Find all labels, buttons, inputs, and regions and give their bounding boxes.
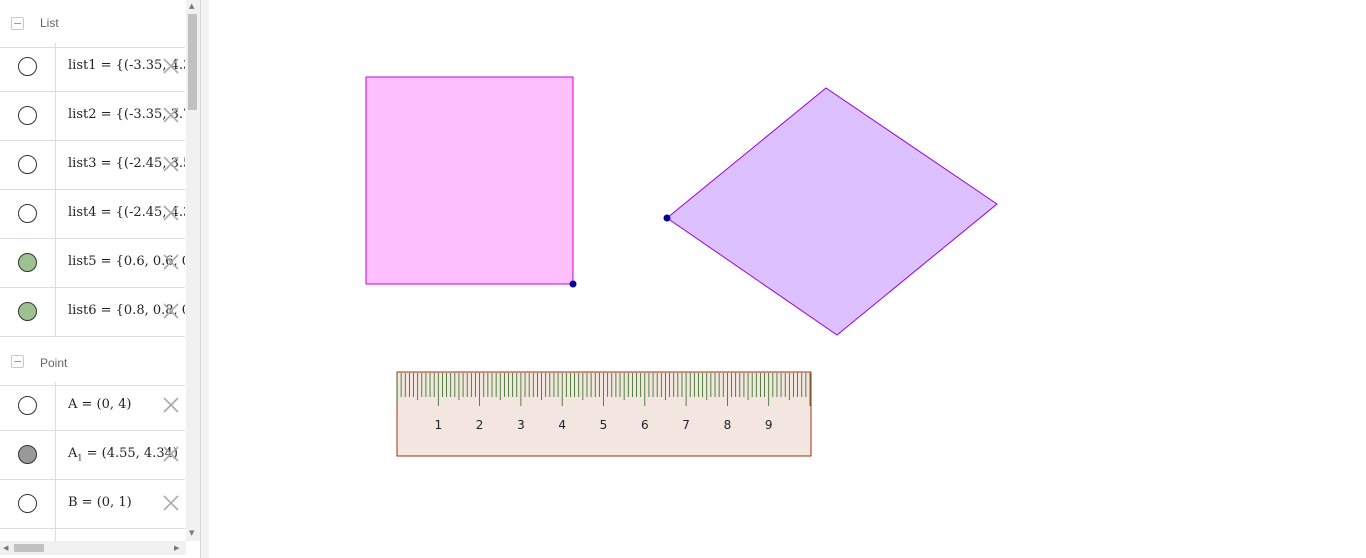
algebra-view: List list1 = {(-3.35, 4.34 list2 = {(-3.… xyxy=(0,0,200,558)
panel-divider[interactable] xyxy=(200,0,209,558)
rhombus-polygon[interactable] xyxy=(666,87,998,336)
list-item[interactable]: list4 = {(-2.45, 4.34 xyxy=(0,190,185,239)
algebra-item-text[interactable]: B = (0, 1) xyxy=(68,495,132,510)
scroll-down-icon[interactable]: ▼ xyxy=(189,529,194,537)
close-icon[interactable] xyxy=(160,55,182,77)
group-header-point[interactable]: Point xyxy=(0,338,185,386)
collapse-icon[interactable] xyxy=(11,17,24,30)
square-polygon[interactable] xyxy=(365,76,574,285)
list-item[interactable]: B = (0, 1) xyxy=(0,480,185,529)
list-item[interactable]: list5 = {0.6, 0.6, 0.6 xyxy=(0,239,185,288)
list-item[interactable]: list3 = {(-2.45, 3.54 xyxy=(0,141,185,190)
group-label-list: List xyxy=(40,16,59,30)
collapse-icon[interactable] xyxy=(11,355,24,368)
visibility-toggle[interactable] xyxy=(18,106,37,125)
close-icon[interactable] xyxy=(160,394,182,416)
visibility-toggle[interactable] xyxy=(18,302,37,321)
group-header-list[interactable]: List xyxy=(0,0,185,48)
rhombus-vertex-point[interactable] xyxy=(663,214,671,222)
scroll-up-icon[interactable]: ▲ xyxy=(189,2,194,10)
list-item[interactable]: A1 = (4.55, 4.34) xyxy=(0,431,185,480)
point-name: A xyxy=(68,446,78,461)
close-icon[interactable] xyxy=(160,251,182,273)
ruler-label: 3 xyxy=(517,418,525,432)
ruler-label: 7 xyxy=(682,418,690,432)
group-label-point: Point xyxy=(40,356,68,370)
horizontal-scrollbar[interactable]: ◀ ▶ xyxy=(0,541,186,555)
algebra-item-text[interactable]: A = (0, 4) xyxy=(68,397,132,412)
visibility-toggle[interactable] xyxy=(18,155,37,174)
list-item[interactable]: list2 = {(-3.35, 3.74 xyxy=(0,92,185,141)
ruler-label: 9 xyxy=(765,418,773,432)
vertical-scrollbar[interactable]: ▲ ▼ xyxy=(186,0,200,541)
scrollbar-thumb[interactable] xyxy=(188,14,197,110)
square-vertex-point[interactable] xyxy=(569,280,577,288)
close-icon[interactable] xyxy=(160,443,182,465)
visibility-toggle[interactable] xyxy=(18,494,37,513)
visibility-toggle[interactable] xyxy=(18,396,37,415)
visibility-toggle[interactable] xyxy=(18,57,37,76)
scroll-right-icon[interactable]: ▶ xyxy=(174,544,179,552)
close-icon[interactable] xyxy=(160,153,182,175)
ruler-label: 1 xyxy=(434,418,442,432)
visibility-toggle[interactable] xyxy=(18,445,37,464)
close-icon[interactable] xyxy=(160,492,182,514)
list-item[interactable]: list1 = {(-3.35, 4.34 xyxy=(0,43,185,92)
close-icon[interactable] xyxy=(160,104,182,126)
ruler-label: 5 xyxy=(600,418,608,432)
ruler-label: 6 xyxy=(641,418,649,432)
list-item[interactable]: A = (0, 4) xyxy=(0,382,185,431)
ruler-label: 4 xyxy=(558,418,566,432)
ruler[interactable]: 1 2 3 4 5 6 7 8 9 xyxy=(396,371,812,457)
ruler-label: 8 xyxy=(724,418,732,432)
ruler-label: 2 xyxy=(476,418,484,432)
visibility-toggle[interactable] xyxy=(18,253,37,272)
scrollbar-thumb[interactable] xyxy=(14,544,44,552)
graphics-view[interactable]: 1 2 3 4 5 6 7 8 9 xyxy=(209,0,1366,558)
close-icon[interactable] xyxy=(160,202,182,224)
scroll-left-icon[interactable]: ◀ xyxy=(3,544,8,552)
list-item[interactable]: list6 = {0.8, 0.8, 0.8 xyxy=(0,288,185,337)
close-icon[interactable] xyxy=(160,300,182,322)
visibility-toggle[interactable] xyxy=(18,204,37,223)
